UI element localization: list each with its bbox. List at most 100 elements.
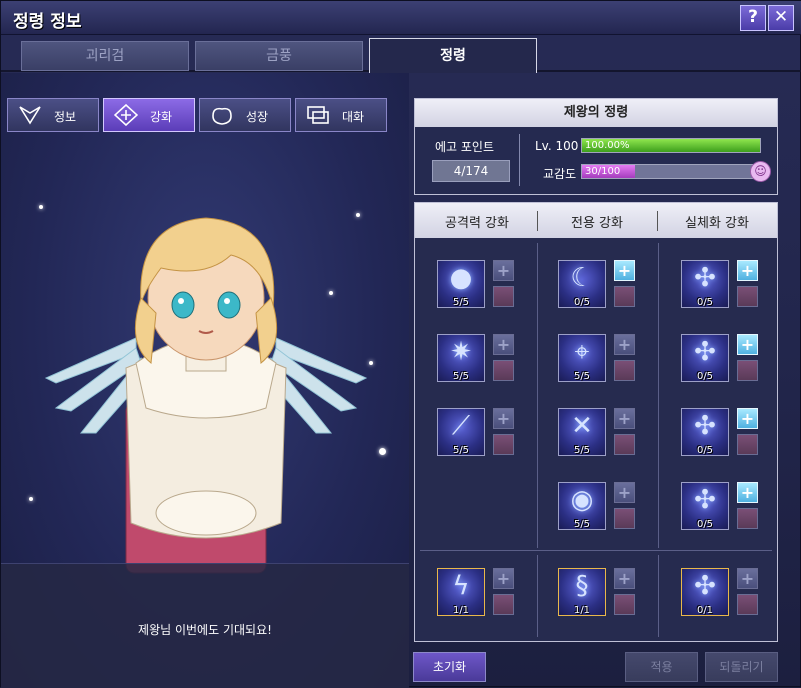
skill-slot[interactable]: ✣ 0/5	[681, 482, 729, 530]
skill-slot[interactable]: ✣ 0/5	[681, 408, 729, 456]
revert-button[interactable]: 되돌리기	[705, 652, 778, 682]
minus-button[interactable]	[614, 360, 635, 381]
plus-button[interactable]: +	[614, 482, 635, 503]
skill-level: 0/5	[696, 519, 714, 530]
mode-button-growth[interactable]: 성장	[199, 98, 291, 132]
row-divider	[420, 550, 772, 551]
affinity-label: 교감도	[543, 167, 577, 181]
column-header-materialize: 실체화 강화	[685, 216, 749, 231]
skill-slot[interactable]: ✕ 5/5	[558, 408, 606, 456]
skill-level: 5/5	[573, 519, 591, 530]
skill-slot[interactable]: § 1/1	[558, 568, 606, 616]
skill-slot[interactable]: ✣ 0/5	[681, 260, 729, 308]
help-button[interactable]: ?	[740, 5, 766, 31]
ego-point-label: 에고 포인트	[435, 140, 495, 154]
column-divider	[537, 555, 538, 637]
mode-button-info[interactable]: 정보	[7, 98, 99, 132]
plus-button[interactable]: +	[493, 260, 514, 281]
angel-icon: ✣	[694, 571, 716, 601]
minus-button[interactable]	[614, 508, 635, 529]
skill-level: 0/1	[696, 605, 714, 616]
skill-slot[interactable]: ✣ 0/5	[681, 334, 729, 382]
spirit-status-panel: 제왕의 정령 에고 포인트 4/174 Lv. 100 100.00% 교감도 …	[414, 98, 778, 195]
affinity-face-icon[interactable]: ☺	[750, 161, 771, 182]
plus-button[interactable]: +	[493, 408, 514, 429]
plus-button[interactable]: +	[737, 568, 758, 589]
mode-label: 강화	[150, 110, 173, 124]
plus-button[interactable]: +	[614, 408, 635, 429]
column-header-attack: 공격력 강화	[445, 216, 509, 231]
skill-slot[interactable]: ☾ 0/5	[558, 260, 606, 308]
angel-move-icon: ✣	[694, 337, 716, 367]
minus-button[interactable]	[737, 434, 758, 455]
skill-level: 5/5	[573, 371, 591, 382]
skill-slot[interactable]: ⌖ 5/5	[558, 334, 606, 382]
column-divider	[537, 243, 538, 548]
angel-up-icon: ✣	[694, 485, 716, 515]
angel-time-icon: ✣	[694, 411, 716, 441]
skill-slot[interactable]: ⟋ 5/5	[437, 408, 485, 456]
skill-level: 5/5	[573, 445, 591, 456]
tab-spirit[interactable]: 정령	[369, 38, 537, 73]
crossed-swords-icon: ✕	[571, 411, 593, 441]
minus-button[interactable]	[614, 594, 635, 615]
skill-slot[interactable]: ✣ 0/1	[681, 568, 729, 616]
column-divider	[658, 243, 659, 548]
tab-bar: 괴리검 금풍 정령	[1, 38, 801, 73]
plus-button[interactable]: +	[737, 482, 758, 503]
crescent-icon: ☾	[570, 263, 594, 293]
plus-button[interactable]: +	[737, 260, 758, 281]
column-header-exclusive: 전용 강화	[571, 216, 623, 231]
angel-power-icon: ✣	[694, 263, 716, 293]
minus-button[interactable]	[737, 594, 758, 615]
skill-slot[interactable]: ◉ 5/5	[558, 482, 606, 530]
skill-slot[interactable]: ϟ 1/1	[437, 568, 485, 616]
minus-button[interactable]	[493, 594, 514, 615]
plus-button[interactable]: +	[737, 334, 758, 355]
blue-orb-icon: ●	[449, 263, 473, 293]
plus-button[interactable]: +	[737, 408, 758, 429]
mode-button-chat[interactable]: 대화	[295, 98, 387, 132]
minus-button[interactable]	[493, 360, 514, 381]
minus-button[interactable]	[737, 286, 758, 307]
star-burst-icon: ✷	[450, 337, 472, 367]
minus-button[interactable]	[737, 508, 758, 529]
skill-slot[interactable]: ✷ 5/5	[437, 334, 485, 382]
tab-goerigeom[interactable]: 괴리검	[21, 41, 189, 71]
level-label: Lv. 100	[535, 139, 579, 153]
plus-button[interactable]: +	[493, 334, 514, 355]
apply-button[interactable]: 적용	[625, 652, 698, 682]
skill-level: 1/1	[452, 605, 470, 616]
lightning-orb-icon: ϟ	[452, 571, 470, 601]
speech-text: 제왕님 이번에도 기대되요!	[138, 623, 272, 637]
minus-button[interactable]	[493, 286, 514, 307]
enhance-header: 공격력 강화 전용 강화 실체화 강화	[415, 203, 777, 238]
mode-button-enhance[interactable]: 강화	[103, 98, 195, 132]
skill-slot[interactable]: ● 5/5	[437, 260, 485, 308]
mode-label: 대화	[342, 110, 365, 124]
minus-button[interactable]	[614, 434, 635, 455]
close-button[interactable]: ✕	[768, 5, 794, 31]
chat-icon	[307, 106, 329, 124]
skill-level: 0/5	[696, 371, 714, 382]
tab-geumpung[interactable]: 금풍	[195, 41, 363, 71]
growth-icon	[212, 107, 232, 125]
reset-button[interactable]: 초기화	[413, 652, 486, 682]
minus-button[interactable]	[493, 434, 514, 455]
spirit-name: 제왕의 정령	[415, 99, 777, 127]
star-decoration	[29, 497, 33, 501]
plus-button[interactable]: +	[614, 260, 635, 281]
plus-button[interactable]: +	[614, 334, 635, 355]
plus-button[interactable]: +	[493, 568, 514, 589]
spirit-info-window: 정령 정보 ? ✕ 괴리검 금풍 정령 제왕님 이번에도 기대되요! 정보 강화…	[0, 0, 801, 688]
mode-label: 성장	[246, 110, 269, 124]
ego-point-value: 4/174	[432, 160, 510, 182]
skill-level: 0/5	[696, 297, 714, 308]
minus-button[interactable]	[737, 360, 758, 381]
title-bar[interactable]: 정령 정보 ? ✕	[1, 1, 801, 35]
spirit-character-illustration	[44, 217, 368, 574]
minus-button[interactable]	[614, 286, 635, 307]
plus-button[interactable]: +	[614, 568, 635, 589]
skill-level: 0/5	[696, 445, 714, 456]
level-bar: 100.00%	[581, 138, 761, 153]
